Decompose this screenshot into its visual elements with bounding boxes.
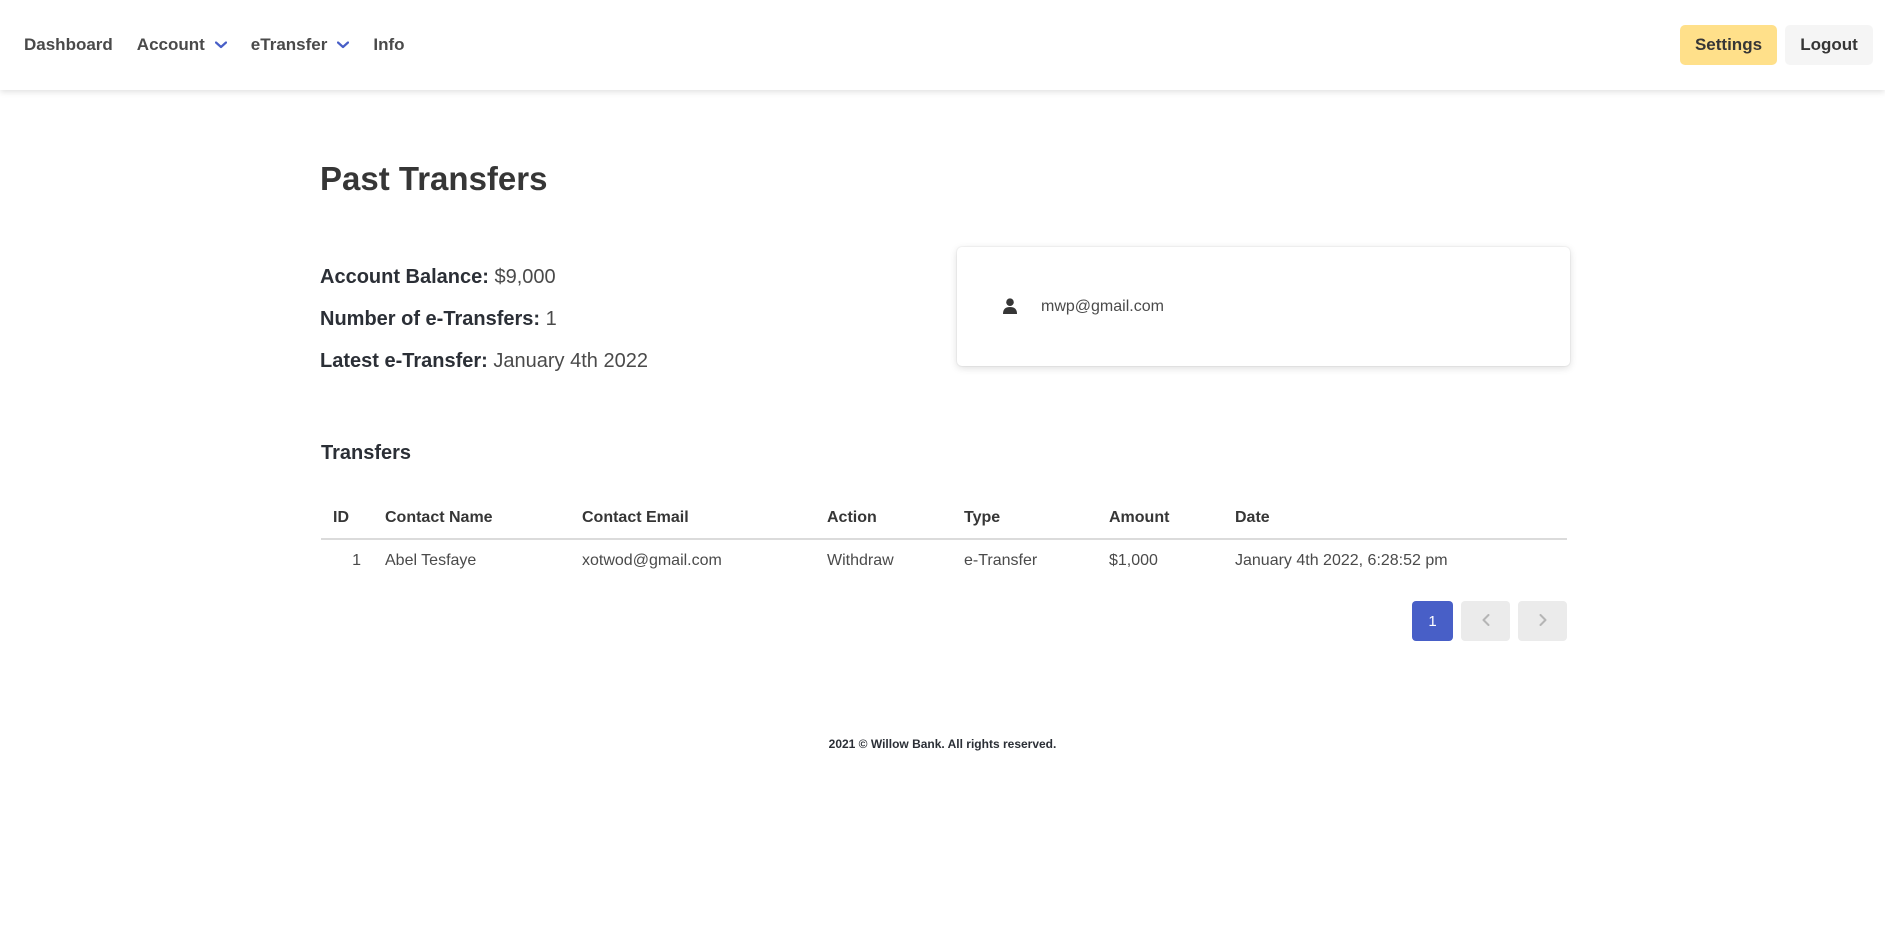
cell-type: e-Transfer <box>964 551 1038 569</box>
chevron-left-icon <box>1482 613 1490 630</box>
transfers-table: ID Contact Name Contact Email Action Typ… <box>321 497 1567 581</box>
page-title: Past Transfers <box>320 160 548 197</box>
cell-contact-name: Abel Tesfaye <box>385 551 477 569</box>
account-balance-value: $9,000 <box>494 266 556 288</box>
nav-actions: Settings Logout <box>1680 25 1873 65</box>
previous-page-button[interactable] <box>1461 601 1510 641</box>
account-balance-label: Account Balance: <box>320 266 489 288</box>
column-header-date: Date <box>1223 497 1567 540</box>
page-button-current[interactable]: 1 <box>1412 601 1453 641</box>
nav-item-dashboard[interactable]: Dashboard <box>12 0 125 90</box>
cell-amount: $1,000 <box>1109 551 1158 569</box>
settings-button[interactable]: Settings <box>1680 25 1777 65</box>
column-header-amount: Amount <box>1097 497 1223 540</box>
account-balance-stat: Account Balance: $9,000 <box>320 260 648 302</box>
nav-menu: Dashboard Account eTransfer Info <box>12 0 417 90</box>
etransfer-count-label: Number of e-Transfers: <box>320 308 541 330</box>
pagination: 1 <box>1412 601 1567 641</box>
column-header-type: Type <box>952 497 1097 540</box>
next-page-button[interactable] <box>1518 601 1567 641</box>
nav-dashboard-label: Dashboard <box>24 35 113 54</box>
chevron-right-icon <box>1539 613 1547 630</box>
column-header-id: ID <box>321 497 373 540</box>
cell-contact-email: xotwod@gmail.com <box>582 551 722 569</box>
logout-button[interactable]: Logout <box>1785 25 1873 65</box>
cell-action: Withdraw <box>827 551 894 569</box>
etransfer-count-stat: Number of e-Transfers: 1 <box>320 302 648 344</box>
chevron-down-icon <box>214 39 227 51</box>
cell-id: 1 <box>352 551 361 569</box>
nav-item-etransfer-dropdown[interactable]: eTransfer <box>239 0 362 90</box>
user-icon <box>1003 297 1019 316</box>
chevron-down-icon <box>337 39 350 51</box>
top-navbar: Dashboard Account eTransfer Info Setting… <box>0 0 1885 90</box>
latest-etransfer-label: Latest e-Transfer: <box>320 350 488 372</box>
latest-etransfer-value: January 4th 2022 <box>493 350 648 372</box>
account-stats: Account Balance: $9,000 Number of e-Tran… <box>320 260 648 386</box>
column-header-contact-name: Contact Name <box>373 497 570 540</box>
footer-copyright: 2021 © Willow Bank. All rights reserved. <box>828 737 1057 751</box>
table-row: 1 Abel Tesfaye xotwod@gmail.com Withdraw… <box>321 539 1567 581</box>
footer: 2021 © Willow Bank. All rights reserved. <box>0 737 1885 751</box>
nav-item-info[interactable]: Info <box>361 0 416 90</box>
cell-date: January 4th 2022, 6:28:52 pm <box>1235 551 1448 569</box>
latest-etransfer-stat: Latest e-Transfer: January 4th 2022 <box>320 344 648 386</box>
column-header-contact-email: Contact Email <box>570 497 815 540</box>
transfers-section-title: Transfers <box>321 442 412 464</box>
nav-etransfer-label: eTransfer <box>250 35 328 54</box>
nav-item-account-dropdown[interactable]: Account <box>125 0 239 90</box>
nav-account-label: Account <box>136 35 205 54</box>
user-card: mwp@gmail.com <box>957 247 1570 366</box>
nav-info-label: Info <box>373 35 405 54</box>
user-email: mwp@gmail.com <box>1041 297 1164 315</box>
etransfer-count-value: 1 <box>545 308 557 330</box>
table-header-row: ID Contact Name Contact Email Action Typ… <box>321 497 1567 540</box>
column-header-action: Action <box>815 497 952 540</box>
